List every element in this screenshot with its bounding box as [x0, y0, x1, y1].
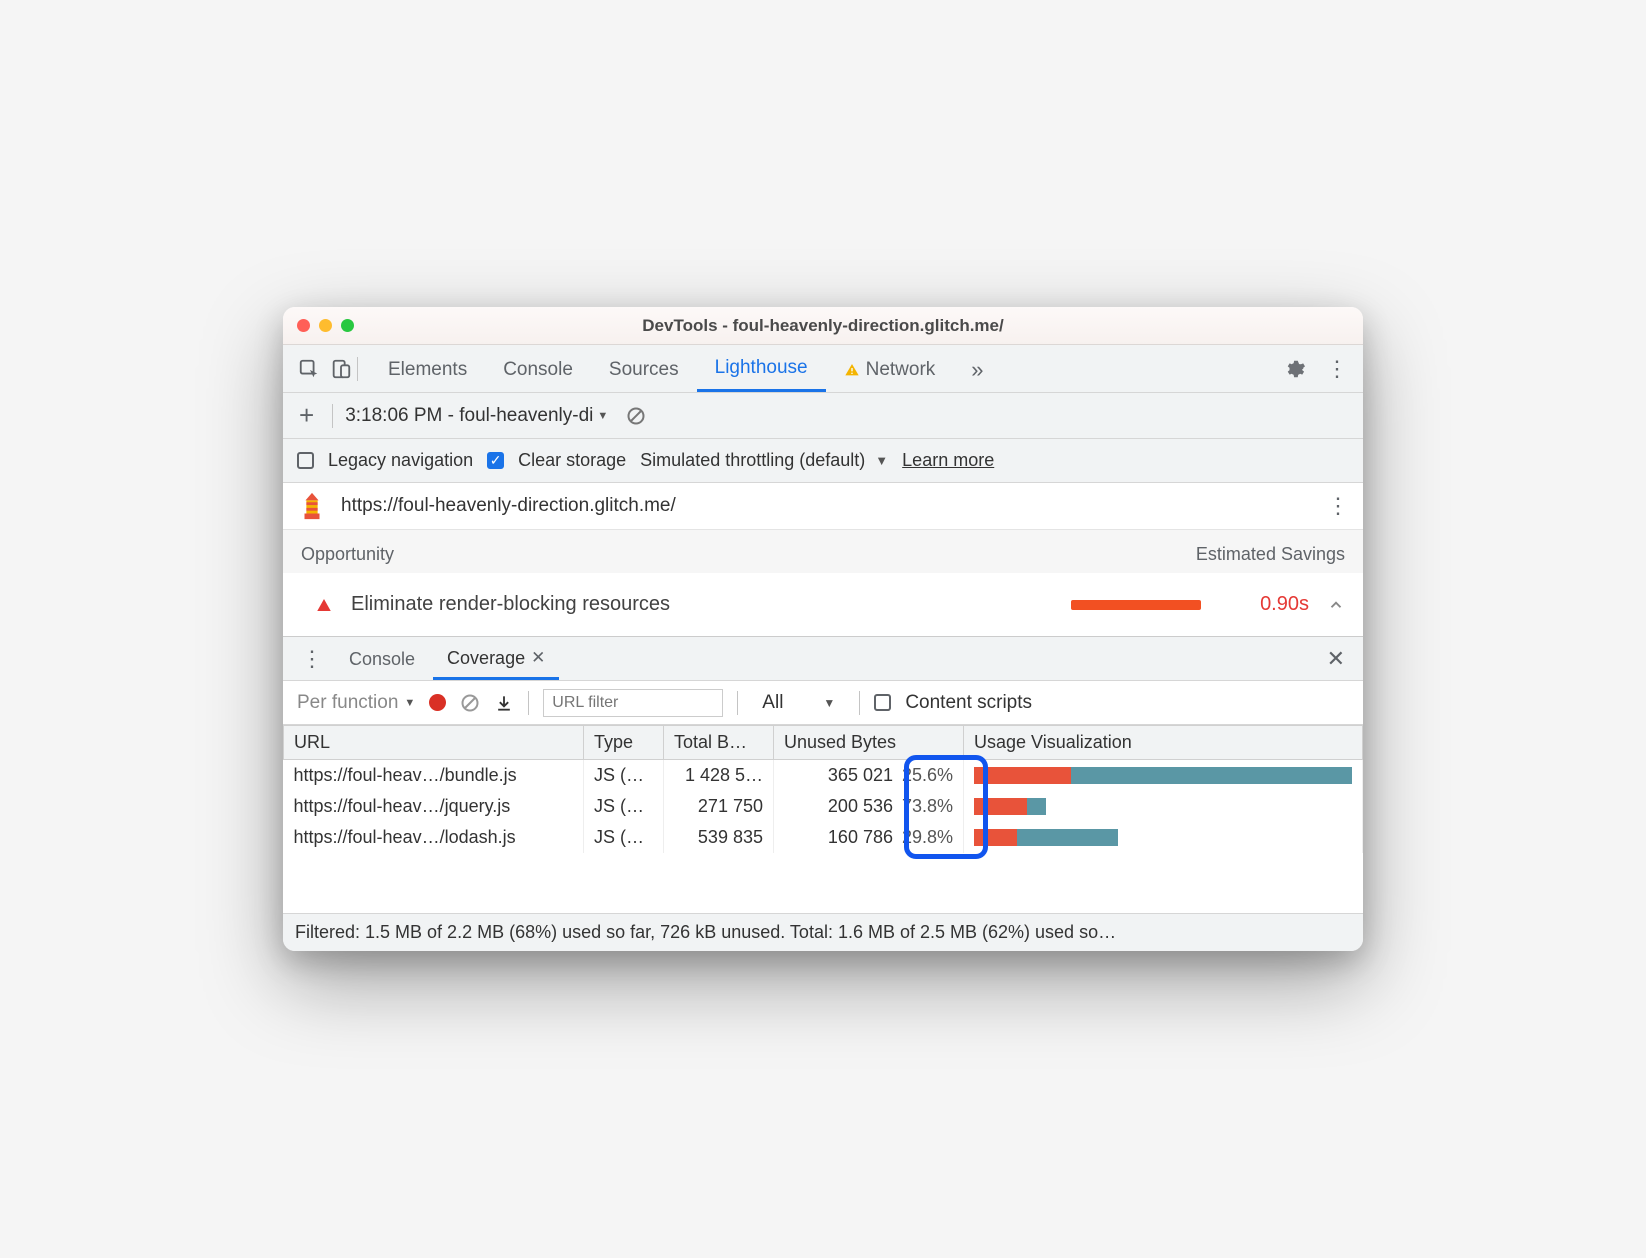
chevron-down-icon: ▼	[597, 410, 608, 422]
cell-type: JS (…	[584, 822, 664, 853]
cell-unused-bytes: 200 53673.8%	[774, 791, 964, 822]
legacy-navigation-label: Legacy navigation	[328, 450, 473, 471]
tab-lighthouse[interactable]: Lighthouse	[697, 345, 826, 392]
warning-icon	[844, 362, 860, 378]
cell-usage-viz	[964, 791, 1363, 822]
report-dropdown[interactable]: 3:18:06 PM - foul-heavenly-di ▼	[345, 405, 608, 427]
col-unused-bytes[interactable]: Unused Bytes	[774, 726, 964, 760]
col-type[interactable]: Type	[584, 726, 664, 760]
savings-bar	[1071, 600, 1201, 610]
cell-type: JS (…	[584, 760, 664, 792]
close-drawer-icon[interactable]: ✕	[1319, 646, 1353, 672]
tabs-overflow-icon[interactable]: »	[953, 345, 1001, 393]
lighthouse-report-toolbar: + 3:18:06 PM - foul-heavenly-di ▼	[283, 393, 1363, 439]
opportunity-column-label: Opportunity	[301, 544, 394, 565]
table-row[interactable]: https://foul-heav…/lodash.jsJS (…539 835…	[284, 822, 1363, 853]
cell-url: https://foul-heav…/jquery.js	[284, 791, 584, 822]
table-row[interactable]: https://foul-heav…/bundle.jsJS (…1 428 5…	[284, 760, 1363, 792]
device-toolbar-icon[interactable]	[325, 353, 357, 385]
cell-url: https://foul-heav…/lodash.js	[284, 822, 584, 853]
export-coverage-icon[interactable]	[494, 693, 514, 713]
col-usage-viz[interactable]: Usage Visualization	[964, 726, 1363, 760]
cell-total-bytes: 271 750	[664, 791, 774, 822]
record-button[interactable]	[429, 694, 446, 711]
cell-total-bytes: 539 835	[664, 822, 774, 853]
clear-storage-checkbox[interactable]: ✓	[487, 452, 504, 469]
report-dropdown-label: 3:18:06 PM - foul-heavenly-di	[345, 405, 593, 427]
tab-network-label: Network	[866, 359, 936, 381]
coverage-status-bar: Filtered: 1.5 MB of 2.2 MB (68%) used so…	[283, 913, 1363, 951]
cell-url: https://foul-heav…/bundle.js	[284, 760, 584, 792]
opportunities-header: Opportunity Estimated Savings	[283, 530, 1363, 573]
granularity-dropdown[interactable]: Per function ▼	[297, 692, 415, 714]
separator	[859, 691, 860, 715]
chevron-down-icon: ▼	[875, 453, 888, 468]
window-title: DevTools - foul-heavenly-direction.glitc…	[283, 316, 1363, 336]
main-toolbar: Elements Console Sources Lighthouse Netw…	[283, 345, 1363, 393]
type-filter-dropdown[interactable]: All ▼	[752, 692, 845, 714]
audit-title: Eliminate render-blocking resources	[351, 593, 670, 616]
drawer-tabs: ⋮ Console Coverage ✕ ✕	[283, 637, 1363, 681]
audit-row[interactable]: Eliminate render-blocking resources 0.90…	[283, 573, 1363, 637]
titlebar: DevTools - foul-heavenly-direction.glitc…	[283, 307, 1363, 345]
settings-gear-icon[interactable]	[1279, 353, 1311, 385]
tab-console[interactable]: Console	[485, 347, 591, 391]
coverage-table: URL Type Total B… Unused Bytes Usage Vis…	[283, 725, 1363, 853]
fail-triangle-icon	[315, 596, 333, 614]
devtools-window: DevTools - foul-heavenly-direction.glitc…	[283, 307, 1363, 951]
cell-unused-bytes: 365 02125.6%	[774, 760, 964, 792]
cell-total-bytes: 1 428 5…	[664, 760, 774, 792]
clear-icon[interactable]	[620, 400, 652, 432]
table-row[interactable]: https://foul-heav…/jquery.jsJS (…271 750…	[284, 791, 1363, 822]
separator	[528, 691, 529, 715]
cell-unused-bytes: 160 78629.8%	[774, 822, 964, 853]
throttling-dropdown[interactable]: Simulated throttling (default) ▼	[640, 450, 888, 471]
separator	[737, 691, 738, 715]
main-tabs: Elements Console Sources Lighthouse Netw…	[370, 345, 1002, 393]
savings-value: 0.90s	[1219, 593, 1309, 616]
col-total-bytes[interactable]: Total B…	[664, 726, 774, 760]
clear-storage-label: Clear storage	[518, 450, 626, 471]
content-scripts-checkbox[interactable]	[874, 694, 891, 711]
cell-usage-viz	[964, 822, 1363, 853]
chevron-down-icon: ▼	[823, 696, 835, 710]
lighthouse-icon	[297, 491, 327, 521]
tab-network[interactable]: Network	[826, 347, 954, 391]
cell-type: JS (…	[584, 791, 664, 822]
drawer-tab-coverage[interactable]: Coverage ✕	[433, 638, 559, 680]
drawer-tab-coverage-label: Coverage	[447, 648, 525, 669]
granularity-label: Per function	[297, 692, 398, 714]
report-more-menu-icon[interactable]: ⋮	[1327, 493, 1349, 519]
lighthouse-options-toolbar: Legacy navigation ✓ Clear storage Simula…	[283, 439, 1363, 483]
legacy-navigation-checkbox[interactable]	[297, 452, 314, 469]
col-url[interactable]: URL	[284, 726, 584, 760]
close-tab-icon[interactable]: ✕	[531, 648, 545, 668]
more-menu-icon[interactable]: ⋮	[1321, 353, 1353, 385]
chevron-down-icon: ▼	[404, 697, 415, 709]
new-report-button[interactable]: +	[293, 400, 320, 431]
tab-elements[interactable]: Elements	[370, 347, 485, 391]
separator	[332, 404, 333, 428]
audited-url-row: https://foul-heavenly-direction.glitch.m…	[283, 483, 1363, 530]
type-filter-label: All	[762, 692, 783, 714]
drawer-more-menu-icon[interactable]: ⋮	[293, 646, 331, 672]
inspect-element-icon[interactable]	[293, 353, 325, 385]
tab-sources[interactable]: Sources	[591, 347, 697, 391]
table-header-row: URL Type Total B… Unused Bytes Usage Vis…	[284, 726, 1363, 760]
coverage-table-wrap: URL Type Total B… Unused Bytes Usage Vis…	[283, 725, 1363, 913]
drawer-tab-console[interactable]: Console	[335, 639, 429, 678]
audited-url: https://foul-heavenly-direction.glitch.m…	[341, 495, 1313, 517]
separator	[357, 357, 358, 381]
url-filter-input[interactable]	[543, 689, 723, 717]
cell-usage-viz	[964, 760, 1363, 792]
content-scripts-label: Content scripts	[905, 692, 1032, 714]
learn-more-link[interactable]: Learn more	[902, 450, 994, 471]
reload-coverage-icon[interactable]	[460, 693, 480, 713]
chevron-up-icon	[1327, 596, 1345, 614]
throttling-label: Simulated throttling (default)	[640, 450, 865, 471]
coverage-toolbar: Per function ▼ All ▼ Content scripts	[283, 681, 1363, 725]
savings-column-label: Estimated Savings	[1196, 544, 1345, 565]
